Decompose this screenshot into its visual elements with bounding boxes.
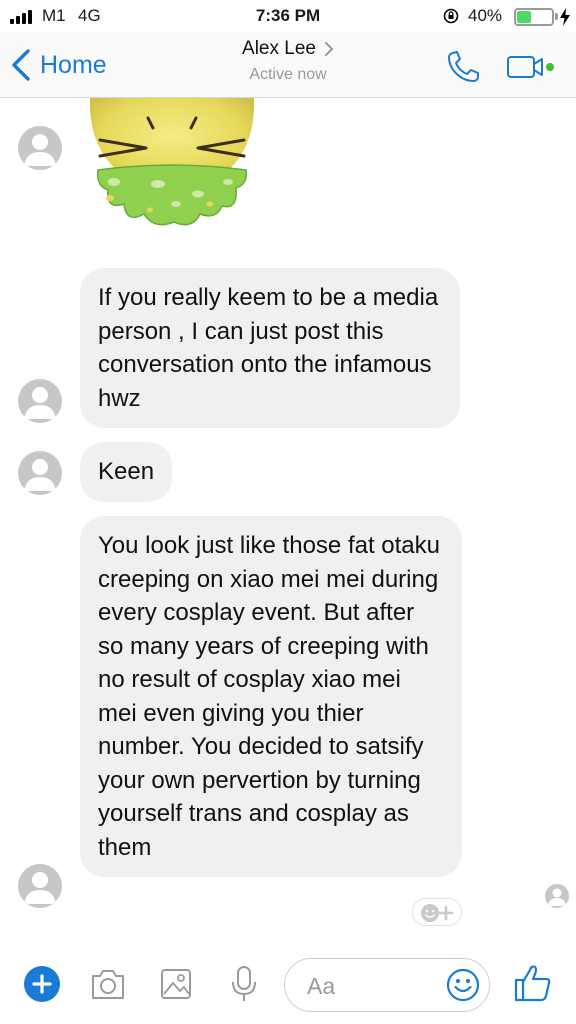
default-avatar-icon — [24, 387, 56, 419]
phone-icon[interactable] — [446, 50, 482, 84]
emoji-plus-icon — [421, 904, 454, 922]
default-avatar-icon — [24, 134, 56, 166]
message-bubble[interactable]: You look just like those fat otaku creep… — [80, 516, 462, 877]
chevron-right-icon — [325, 42, 334, 56]
back-button[interactable]: Home — [10, 46, 107, 84]
microphone-icon[interactable] — [224, 964, 264, 1004]
contact-info-button[interactable]: Alex Lee Active now — [188, 38, 388, 84]
battery-level — [517, 11, 531, 23]
battery-tip — [555, 13, 558, 20]
thumbs-up-icon[interactable] — [512, 962, 554, 1004]
message-input[interactable]: Aa — [284, 958, 490, 1012]
avatar[interactable] — [18, 864, 62, 908]
charging-bolt-icon — [560, 8, 570, 26]
default-avatar-icon — [548, 888, 566, 906]
default-avatar-icon — [24, 459, 56, 491]
input-placeholder: Aa — [307, 973, 336, 999]
back-label: Home — [40, 50, 107, 79]
seen-avatar — [545, 884, 569, 908]
conversation-header: Home Alex Lee Active now — [0, 32, 576, 98]
add-reaction-button[interactable] — [412, 898, 462, 926]
avatar[interactable] — [18, 126, 62, 170]
message-bubble[interactable]: Keen — [80, 442, 173, 502]
orientation-lock-icon — [443, 8, 459, 24]
contact-name: Alex Lee — [242, 38, 316, 59]
plus-icon — [32, 974, 52, 994]
message-bubble[interactable]: If you really keem to be a media person … — [80, 268, 460, 428]
avatar[interactable] — [18, 379, 62, 423]
video-camera-icon[interactable] — [506, 52, 556, 82]
default-avatar-icon — [24, 872, 56, 904]
emoji-icon[interactable] — [446, 968, 480, 1002]
contact-status: Active now — [249, 66, 327, 83]
back-chevron-icon — [12, 49, 30, 81]
status-bar: M1 4G 7:36 PM 40% — [0, 0, 576, 32]
battery-icon — [514, 8, 554, 26]
vomiting-face-sticker[interactable] — [88, 98, 258, 230]
camera-icon[interactable] — [88, 964, 128, 1004]
avatar[interactable] — [18, 451, 62, 495]
composer-bar: Aa — [0, 950, 576, 1024]
battery-percent: 40% — [468, 6, 503, 25]
image-icon[interactable] — [156, 964, 196, 1004]
more-actions-button[interactable] — [24, 966, 60, 1002]
